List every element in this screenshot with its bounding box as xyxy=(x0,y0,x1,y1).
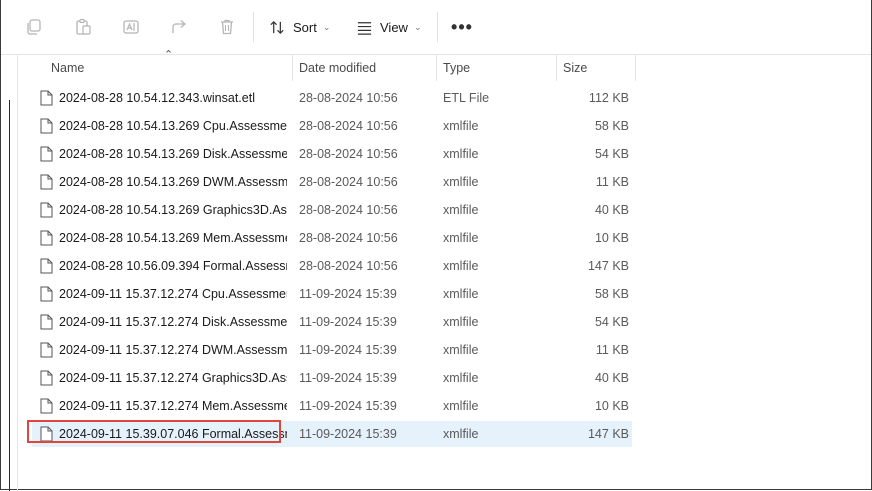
copy-icon[interactable] xyxy=(21,15,47,39)
file-name: 2024-08-28 10.54.13.269 Disk.Assessment … xyxy=(59,147,287,161)
file-type: xmlfile xyxy=(443,427,479,441)
file-icon xyxy=(40,258,53,274)
column-header-size[interactable]: Size xyxy=(556,55,636,81)
file-type: xmlfile xyxy=(443,175,479,189)
file-name: 2024-09-11 15.37.12.274 Disk.Assessment … xyxy=(59,315,287,329)
file-icon xyxy=(40,118,53,134)
file-name: 2024-08-28 10.54.12.343.winsat.etl xyxy=(59,91,255,105)
column-header-name[interactable]: Name xyxy=(45,55,292,81)
file-row[interactable]: 2024-08-28 10.54.13.269 Cpu.Assessment .… xyxy=(32,113,632,139)
file-size: 58 KB xyxy=(594,287,629,301)
toolbar-divider xyxy=(253,12,254,42)
file-icon xyxy=(40,370,53,386)
file-size: 147 KB xyxy=(587,259,629,273)
file-icon xyxy=(40,90,53,106)
more-options-button[interactable]: ••• xyxy=(450,15,474,39)
file-name: 2024-09-11 15.37.12.274 Cpu.Assessment .… xyxy=(59,287,287,301)
view-icon xyxy=(357,21,372,35)
file-date-modified: 28-08-2024 10:56 xyxy=(299,203,398,217)
file-row[interactable]: 2024-08-28 10.54.12.343.winsat.etl 28-08-… xyxy=(32,85,632,111)
file-type: xmlfile xyxy=(443,231,479,245)
file-row[interactable]: 2024-08-28 10.54.13.269 Disk.Assessment … xyxy=(32,141,632,167)
file-size: 58 KB xyxy=(594,119,629,133)
command-bar: Sort ⌄ View ⌄ ••• xyxy=(1,0,871,55)
file-name: 2024-08-28 10.56.09.394 Formal.Assessm..… xyxy=(59,259,287,273)
column-header-type[interactable]: Type xyxy=(436,55,556,81)
file-date-modified: 28-08-2024 10:56 xyxy=(299,231,398,245)
delete-icon[interactable] xyxy=(214,15,240,39)
file-icon xyxy=(40,202,53,218)
file-row[interactable]: 2024-08-28 10.54.13.269 Mem.Assessmen...… xyxy=(32,225,632,251)
file-row[interactable]: 2024-09-11 15.37.12.274 DWM.Assessme... 1… xyxy=(32,337,632,363)
file-name: 2024-08-28 10.54.13.269 DWM.Assessme... xyxy=(59,175,287,189)
file-type: ETL File xyxy=(443,91,490,105)
file-date-modified: 28-08-2024 10:56 xyxy=(299,147,398,161)
file-row[interactable]: 2024-09-11 15.37.12.274 Mem.Assessmen...… xyxy=(32,393,632,419)
file-size: 54 KB xyxy=(594,147,629,161)
file-name: 2024-09-11 15.37.12.274 Mem.Assessmen... xyxy=(59,399,287,413)
file-date-modified: 28-08-2024 10:56 xyxy=(299,259,398,273)
file-date-modified: 11-09-2024 15:39 xyxy=(299,371,397,385)
view-label: View xyxy=(380,19,408,35)
file-size: 10 KB xyxy=(594,399,629,413)
file-icon xyxy=(40,314,53,330)
file-date-modified: 11-09-2024 15:39 xyxy=(299,315,397,329)
file-type: xmlfile xyxy=(443,119,479,133)
file-date-modified: 11-09-2024 15:39 xyxy=(299,343,397,357)
file-size: 11 KB xyxy=(595,175,629,189)
file-name: 2024-09-11 15.37.12.274 DWM.Assessme... xyxy=(59,343,287,357)
file-row[interactable]: 2024-08-28 10.56.09.394 Formal.Assessm..… xyxy=(32,253,632,279)
file-name: 2024-08-28 10.54.13.269 Cpu.Assessment .… xyxy=(59,119,287,133)
highlight-box xyxy=(27,420,281,443)
file-type: xmlfile xyxy=(443,147,479,161)
file-type: xmlfile xyxy=(443,203,479,217)
file-row[interactable]: 2024-09-11 15.37.12.274 Graphics3D.Asse.… xyxy=(32,365,632,391)
file-date-modified: 28-08-2024 10:56 xyxy=(299,175,398,189)
file-icon xyxy=(40,398,53,414)
sort-button[interactable]: Sort ⌄ xyxy=(269,15,330,39)
file-type: xmlfile xyxy=(443,371,479,385)
file-type: xmlfile xyxy=(443,315,479,329)
file-icon xyxy=(40,342,53,358)
sort-icon xyxy=(270,20,284,34)
file-icon xyxy=(40,146,53,162)
file-size: 112 KB xyxy=(588,91,629,105)
file-date-modified: 11-09-2024 15:39 xyxy=(299,399,397,413)
toolbar-divider xyxy=(437,12,438,42)
file-date-modified: 28-08-2024 10:56 xyxy=(299,119,398,133)
file-size: 10 KB xyxy=(594,231,629,245)
share-icon[interactable] xyxy=(166,15,192,39)
file-icon xyxy=(40,174,53,190)
file-row[interactable]: 2024-08-28 10.54.13.269 Graphics3D.Asse.… xyxy=(32,197,632,223)
file-icon xyxy=(40,286,53,302)
file-name: 2024-08-28 10.54.13.269 Graphics3D.Asse.… xyxy=(59,203,287,217)
file-type: xmlfile xyxy=(443,343,479,357)
file-date-modified: 11-09-2024 15:39 xyxy=(299,427,397,441)
file-row[interactable]: 2024-09-11 15.37.12.274 Disk.Assessment … xyxy=(32,309,632,335)
chevron-down-icon: ⌄ xyxy=(322,21,331,32)
rename-icon[interactable] xyxy=(118,15,144,39)
file-row[interactable]: 2024-08-28 10.54.13.269 DWM.Assessme... 2… xyxy=(32,169,632,195)
column-header-date[interactable]: Date modified xyxy=(292,55,436,81)
file-size: 40 KB xyxy=(594,371,629,385)
file-row[interactable]: 2024-09-11 15.37.12.274 Cpu.Assessment .… xyxy=(32,281,632,307)
chevron-down-icon: ⌄ xyxy=(413,21,422,32)
file-size: 147 KB xyxy=(587,427,629,441)
file-type: xmlfile xyxy=(443,399,479,413)
navigation-pane-divider xyxy=(17,55,18,491)
file-name: 2024-08-28 10.54.13.269 Mem.Assessmen... xyxy=(59,231,287,245)
file-type: xmlfile xyxy=(443,259,479,273)
file-icon xyxy=(40,230,53,246)
paste-icon[interactable] xyxy=(70,15,96,39)
file-size: 11 KB xyxy=(595,343,629,357)
view-button[interactable]: View ⌄ xyxy=(356,15,422,39)
sort-label: Sort xyxy=(293,19,317,35)
file-name: 2024-09-11 15.37.12.274 Graphics3D.Asse.… xyxy=(59,371,287,385)
file-size: 40 KB xyxy=(594,203,629,217)
file-date-modified: 11-09-2024 15:39 xyxy=(299,287,397,301)
file-type: xmlfile xyxy=(443,287,479,301)
file-size: 54 KB xyxy=(594,315,629,329)
file-date-modified: 28-08-2024 10:56 xyxy=(299,91,398,105)
navigation-pane-edge xyxy=(9,100,10,491)
